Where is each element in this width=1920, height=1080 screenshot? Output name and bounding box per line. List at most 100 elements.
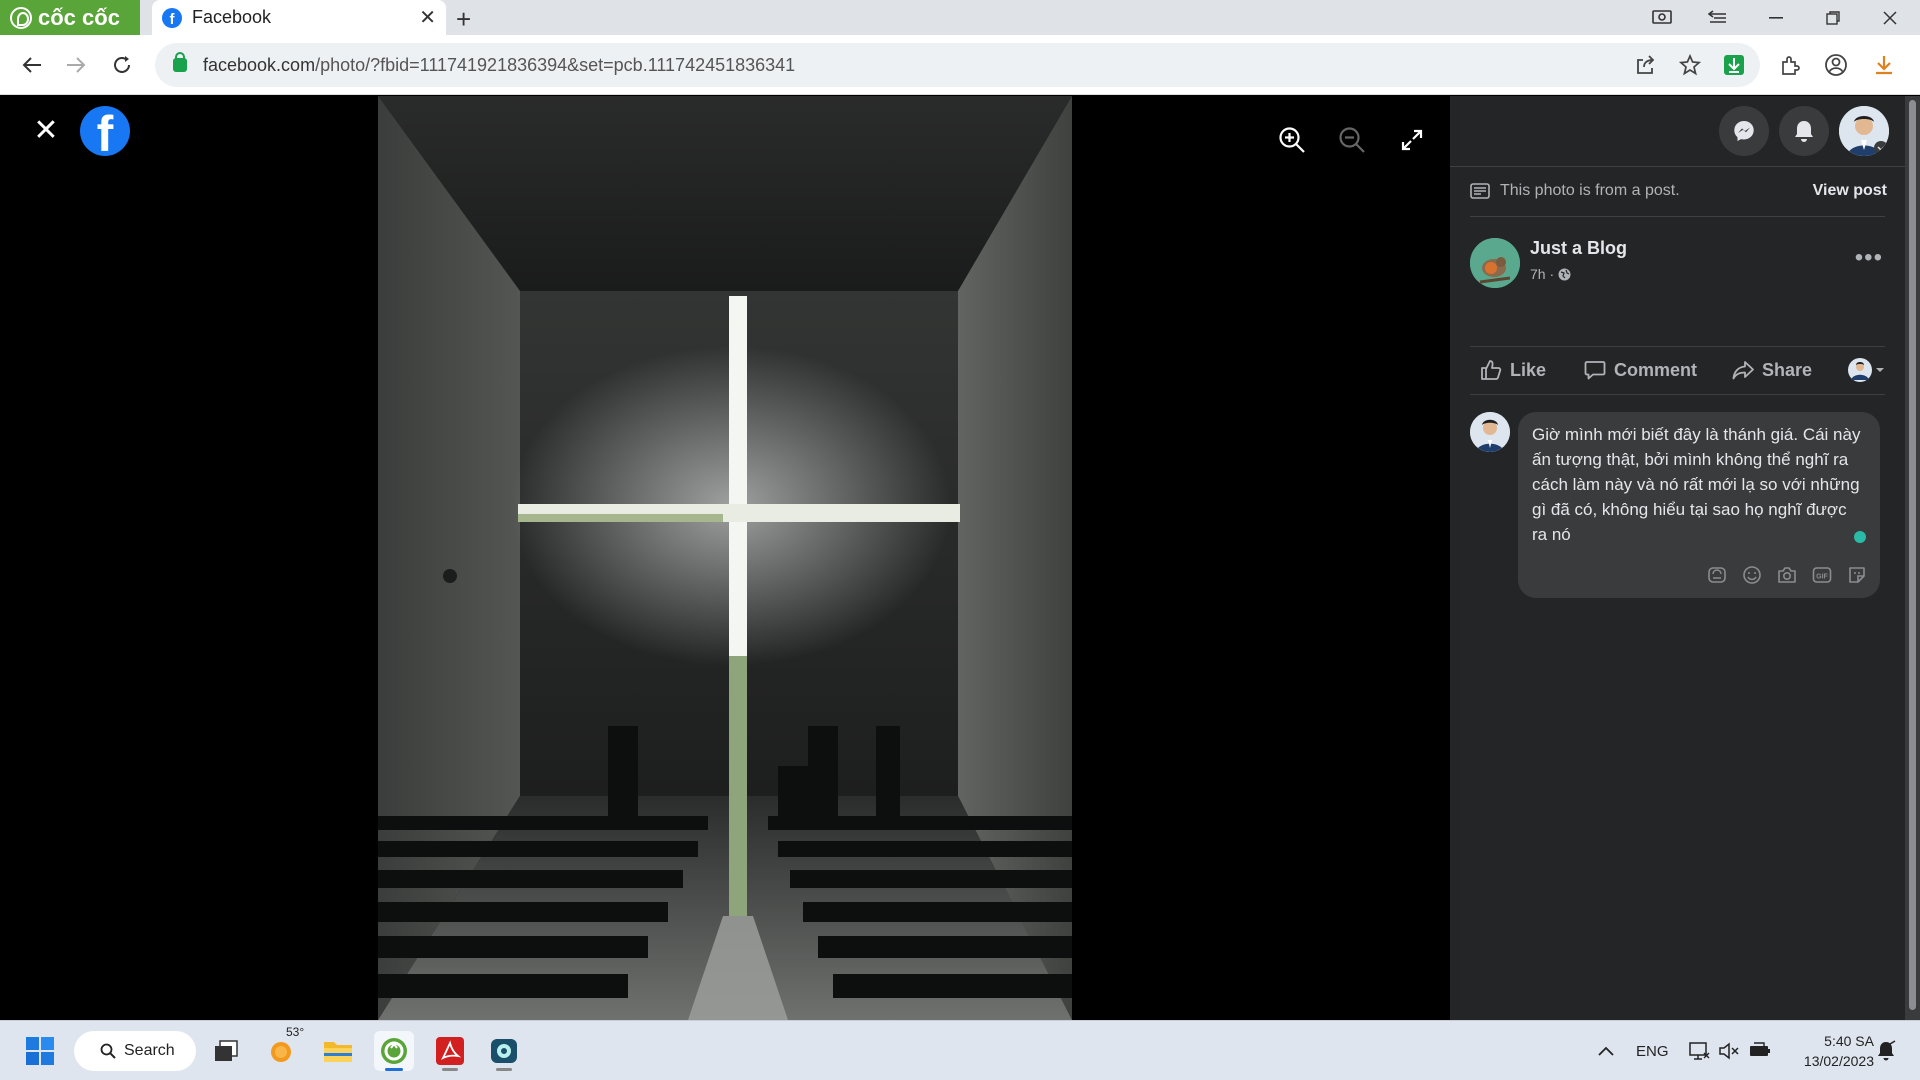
- photo-viewer: ✕ f: [0, 96, 1450, 1020]
- downloads-icon[interactable]: [1868, 49, 1900, 81]
- zoom-in-icon[interactable]: [1276, 124, 1308, 156]
- post-timestamp[interactable]: 7h ·: [1530, 266, 1554, 282]
- camera-icon[interactable]: [1776, 564, 1798, 586]
- file-explorer-icon[interactable]: [318, 1031, 358, 1071]
- tray-overflow-icon[interactable]: [1598, 1021, 1614, 1080]
- chapel-cross-photo[interactable]: [378, 96, 1072, 1020]
- post-note-icon: [1470, 183, 1490, 199]
- savior-download-icon[interactable]: [1718, 49, 1750, 81]
- tab-close-icon[interactable]: ✕: [419, 5, 436, 30]
- photo-from-post-label: This photo is from a post.: [1500, 182, 1680, 199]
- windows-taskbar: Search 53° ENG 5:40 SA 13/02/2023: [0, 1020, 1920, 1080]
- comment-button[interactable]: Comment: [1584, 359, 1697, 381]
- note-divider: [1470, 216, 1885, 217]
- bell-icon: [1795, 121, 1813, 142]
- emoji-icon[interactable]: [1741, 564, 1763, 586]
- tab-search-icon[interactable]: [1690, 0, 1746, 35]
- globe-icon: [1558, 268, 1571, 280]
- volume-muted-icon[interactable]: [1718, 1021, 1740, 1080]
- new-tab-button[interactable]: +: [456, 4, 471, 35]
- fullscreen-icon[interactable]: [1396, 124, 1428, 156]
- url-path: /photo/?fbid=111741921836394&set=pcb.111…: [315, 54, 796, 75]
- top-divider: [1450, 166, 1905, 167]
- thumbs-up-icon: [1481, 360, 1502, 380]
- search-icon: [100, 1043, 116, 1059]
- page-name-link[interactable]: Just a Blog: [1530, 238, 1627, 259]
- minimize-icon[interactable]: [1748, 0, 1804, 35]
- weather-sun-icon: [271, 1042, 291, 1062]
- like-label: Like: [1510, 359, 1547, 380]
- gif-icon[interactable]: GIF: [1811, 564, 1833, 586]
- messenger-button[interactable]: [1719, 106, 1769, 156]
- sticker-icon[interactable]: [1846, 564, 1868, 586]
- share-arrow-icon: [1732, 361, 1754, 380]
- window-close-icon[interactable]: [1862, 0, 1918, 35]
- avatar-sticker-icon[interactable]: [1706, 564, 1728, 586]
- taskbar-search[interactable]: Search: [74, 1031, 196, 1071]
- bookmark-star-icon[interactable]: [1674, 49, 1706, 81]
- url-field[interactable]: facebook.com/photo/?fbid=111741921836394…: [155, 43, 1760, 87]
- post-side-panel: This photo is from a post. View post Jus…: [1450, 96, 1905, 1020]
- more-options-icon[interactable]: •••: [1855, 244, 1883, 272]
- page-avatar[interactable]: [1470, 238, 1520, 288]
- panel-scrollbar[interactable]: [1905, 96, 1920, 1020]
- url-domain: facebook.com: [203, 54, 316, 75]
- coccoc-logo-icon: [10, 6, 32, 29]
- comment-draft-text[interactable]: Giờ mình mới biết đây là thánh giá. Cái …: [1532, 422, 1866, 547]
- comment-icon: [1584, 361, 1606, 380]
- address-toolbar: facebook.com/photo/?fbid=111741921836394…: [0, 35, 1920, 95]
- language-indicator[interactable]: ENG: [1636, 1021, 1669, 1080]
- messenger-icon: [1734, 121, 1754, 141]
- actions-bottom-divider: [1470, 394, 1885, 395]
- tab-facebook[interactable]: f Facebook ✕: [152, 0, 446, 35]
- screen-capture-icon[interactable]: [1634, 0, 1690, 35]
- restore-icon[interactable]: [1805, 0, 1861, 35]
- notification-bell-icon[interactable]: [1876, 1021, 1896, 1080]
- svg-text:GIF: GIF: [1816, 574, 1828, 581]
- coccoc-menu-button[interactable]: cốc cốc: [0, 0, 140, 35]
- share-button[interactable]: Share: [1732, 359, 1812, 381]
- acrobat-icon[interactable]: [430, 1031, 470, 1071]
- secure-lock-icon[interactable]: [173, 52, 187, 72]
- network-icon[interactable]: [1688, 1021, 1710, 1080]
- clock-time: 5:40 SA: [1824, 1033, 1874, 1049]
- back-icon[interactable]: [14, 47, 50, 83]
- tab-title: Facebook: [192, 7, 272, 27]
- share-label: Share: [1762, 359, 1813, 380]
- notifications-button[interactable]: [1779, 106, 1829, 156]
- scrollbar-thumb[interactable]: [1909, 100, 1916, 1010]
- share-page-icon[interactable]: [1630, 49, 1662, 81]
- extensions-icon[interactable]: [1774, 49, 1806, 81]
- clock-date: 13/02/2023: [1803, 1053, 1874, 1069]
- react-as-selector[interactable]: [1846, 356, 1886, 384]
- active-app-indicator: [385, 1068, 403, 1071]
- zoom-out-icon[interactable]: [1336, 124, 1368, 156]
- view-post-link[interactable]: View post: [1813, 182, 1887, 200]
- taskbar-clock[interactable]: 5:40 SA 13/02/2023: [1804, 1031, 1874, 1071]
- react-as-avatar-icon: [1848, 358, 1884, 382]
- weather-temp: 53°: [286, 1025, 305, 1039]
- profile-icon[interactable]: [1820, 49, 1852, 81]
- commenter-avatar[interactable]: [1470, 412, 1510, 452]
- actions-top-divider: [1470, 346, 1885, 347]
- snipping-tool-icon[interactable]: [484, 1031, 524, 1071]
- open-app-indicator-2: [496, 1068, 512, 1071]
- close-viewer-icon[interactable]: ✕: [30, 114, 62, 147]
- comment-label: Comment: [1614, 359, 1698, 380]
- reload-icon[interactable]: [104, 47, 140, 83]
- task-view-icon[interactable]: [206, 1031, 246, 1071]
- grammar-status-dot: [1854, 531, 1866, 543]
- search-label: Search: [124, 1042, 175, 1059]
- battery-icon[interactable]: [1748, 1021, 1772, 1080]
- weather-widget[interactable]: 53°: [262, 1025, 304, 1071]
- like-button[interactable]: Like: [1480, 359, 1546, 381]
- account-avatar[interactable]: [1839, 106, 1889, 156]
- forward-icon[interactable]: [58, 47, 94, 83]
- browser-tab-bar: cốc cốc f Facebook ✕ +: [0, 0, 1920, 35]
- facebook-logo-icon[interactable]: f: [80, 106, 130, 156]
- brand-label: cốc cốc: [38, 4, 120, 30]
- coccoc-taskbar-icon[interactable]: [374, 1031, 414, 1071]
- open-app-indicator: [442, 1068, 458, 1071]
- comment-input[interactable]: Giờ mình mới biết đây là thánh giá. Cái …: [1518, 412, 1880, 598]
- windows-start-icon[interactable]: [20, 1031, 60, 1071]
